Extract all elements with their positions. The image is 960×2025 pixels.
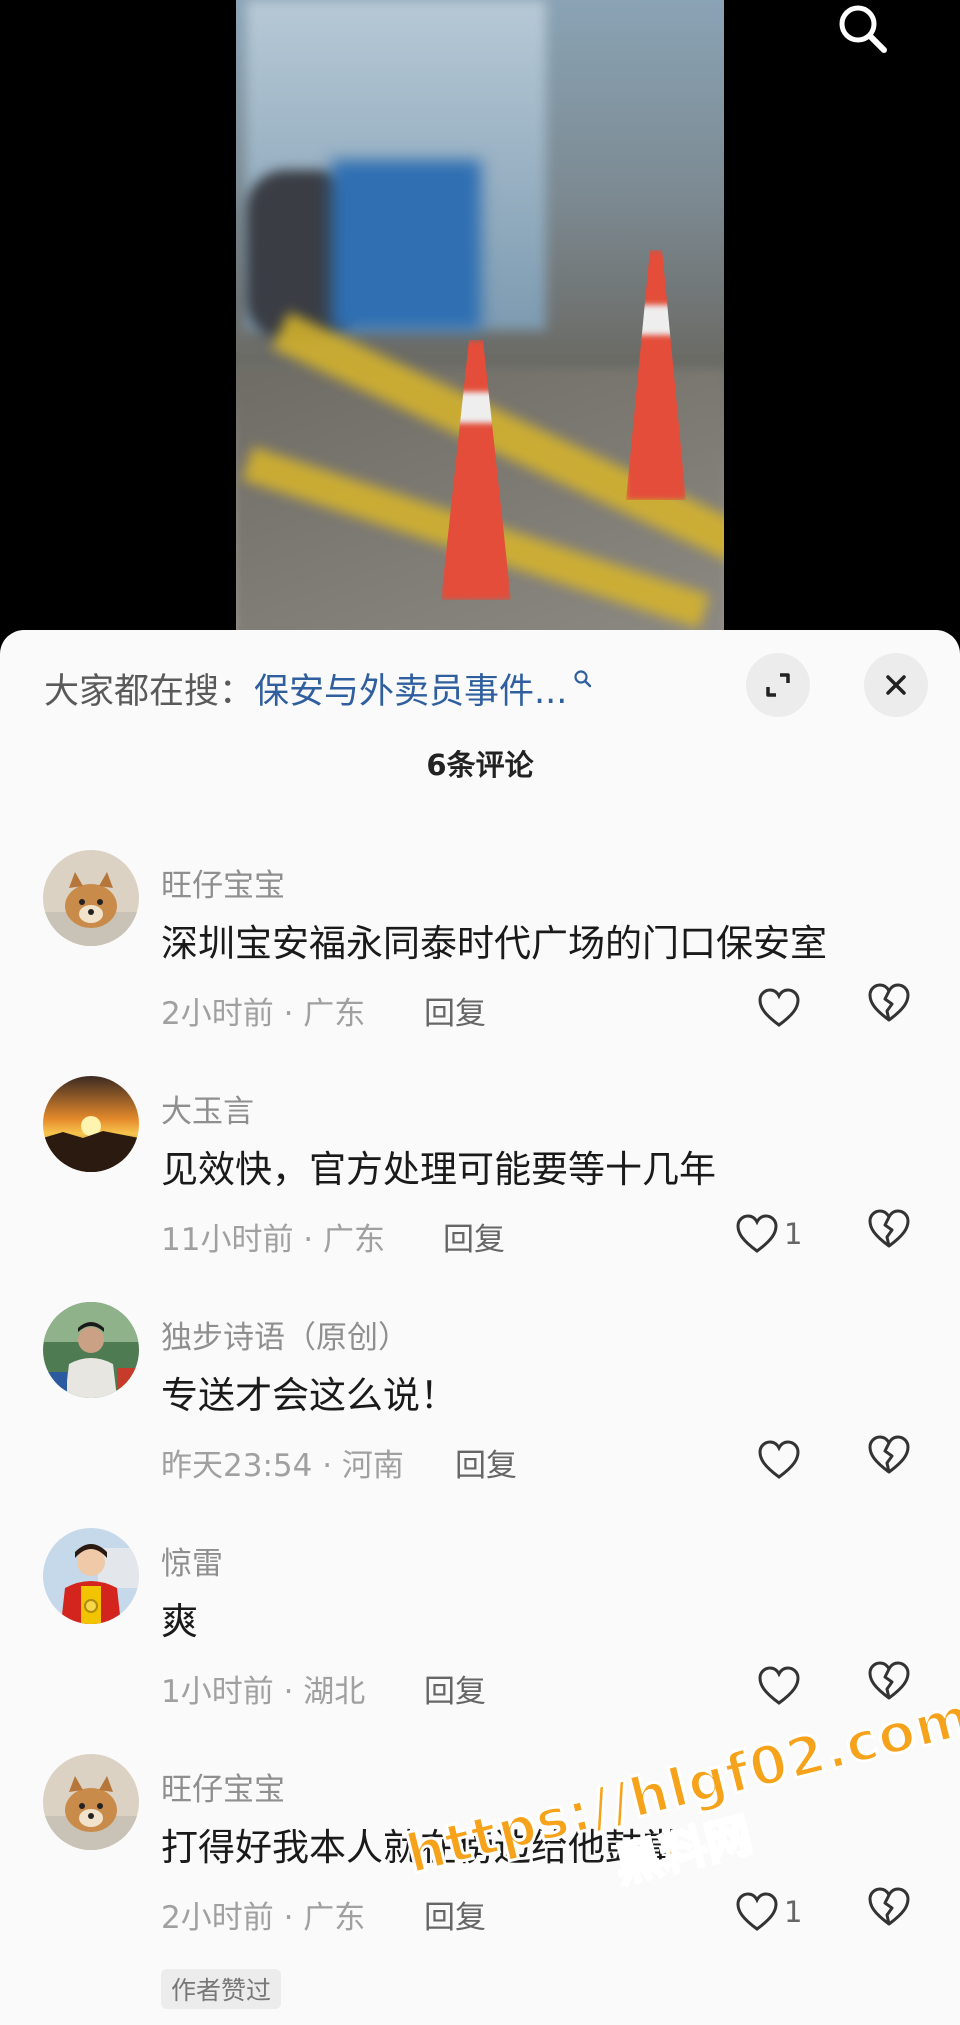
- like-button[interactable]: 1: [734, 1882, 802, 1942]
- heart-icon: [736, 1214, 778, 1253]
- reply-button[interactable]: 回复: [424, 1892, 486, 1937]
- comment-text: 打得好我本人就在傍边给他鼓掌: [161, 1826, 679, 1869]
- video-frame: [236, 0, 724, 650]
- reply-button[interactable]: 回复: [455, 1440, 517, 1485]
- reply-button[interactable]: 回复: [443, 1214, 505, 1259]
- video-player[interactable]: [0, 0, 960, 650]
- dislike-button[interactable]: [866, 1658, 912, 1704]
- like-count: 1: [784, 1895, 803, 1929]
- close-button[interactable]: [864, 653, 928, 717]
- broken-heart-icon: [868, 1209, 910, 1248]
- comment-item: 惊雷 爽 1小时前 · 湖北 回复: [0, 1528, 960, 1748]
- close-icon: [886, 675, 906, 695]
- dislike-button[interactable]: [866, 1206, 912, 1252]
- comment-meta: 2小时前 · 广东: [161, 1900, 366, 1936]
- comment-item: 大玉言 见效快，官方处理可能要等十几年 11小时前 · 广东 回复 1: [0, 1076, 960, 1296]
- username[interactable]: 旺仔宝宝: [161, 1764, 285, 1809]
- avatar[interactable]: [43, 1302, 139, 1398]
- heart-icon: [758, 1666, 800, 1705]
- broken-heart-icon: [868, 1435, 910, 1474]
- avatar[interactable]: [43, 1076, 139, 1172]
- expand-icon: [766, 673, 790, 697]
- comment-item: 旺仔宝宝 打得好我本人就在傍边给他鼓掌 2小时前 · 广东 回复 1 作者赞过: [0, 1754, 960, 2024]
- comment-meta: 1小时前 · 湖北: [161, 1674, 366, 1710]
- comment-count: 6条评论: [426, 748, 534, 782]
- hot-search-link[interactable]: 保安与外卖员事件...: [254, 663, 567, 714]
- broken-heart-icon: [868, 983, 910, 1022]
- heart-icon: [736, 1892, 778, 1931]
- like-count: 1: [784, 1217, 803, 1251]
- like-button[interactable]: [756, 1656, 806, 1716]
- broken-heart-icon: [868, 1887, 910, 1926]
- comment-meta: 2小时前 · 广东: [161, 996, 366, 1032]
- comment-meta: 11小时前 · 广东: [161, 1222, 386, 1258]
- reply-button[interactable]: 回复: [424, 1666, 486, 1711]
- comment-text: 见效快，官方处理可能要等十几年: [161, 1148, 716, 1191]
- like-button[interactable]: 1: [734, 1204, 802, 1264]
- heart-icon: [758, 988, 800, 1027]
- username[interactable]: 独步诗语（原创）: [161, 1312, 409, 1357]
- dislike-button[interactable]: [866, 980, 912, 1026]
- avatar[interactable]: [43, 850, 139, 946]
- expand-button[interactable]: [746, 653, 810, 717]
- comment-meta: 昨天23:54 · 河南: [161, 1448, 404, 1484]
- small-search-icon: [574, 670, 592, 688]
- hot-search-label: 大家都在搜：: [44, 671, 255, 712]
- comment-item: 独步诗语（原创） 专送才会这么说！ 昨天23:54 · 河南 回复: [0, 1302, 960, 1522]
- avatar[interactable]: [43, 1528, 139, 1624]
- dislike-button[interactable]: [866, 1884, 912, 1930]
- broken-heart-icon: [868, 1661, 910, 1700]
- username[interactable]: 大玉言: [161, 1086, 254, 1131]
- comment-item: 旺仔宝宝 深圳宝安福永同泰时代广场的门口保安室 2小时前 · 广东 回复: [0, 850, 960, 1070]
- comments-panel: 大家都在搜： 保安与外卖员事件... 6条评论 旺仔宝宝 深圳宝安福永同泰时代广…: [0, 630, 960, 2025]
- hot-search-row: 大家都在搜： 保安与外卖员事件...: [44, 658, 593, 718]
- comment-text: 爽: [161, 1600, 198, 1643]
- like-button[interactable]: [756, 978, 806, 1038]
- heart-icon: [758, 1440, 800, 1479]
- comment-text: 深圳宝安福永同泰时代广场的门口保安室: [161, 922, 827, 965]
- comment-text: 专送才会这么说！: [161, 1374, 457, 1417]
- reply-button[interactable]: 回复: [424, 988, 486, 1033]
- author-liked-badge: 作者赞过: [161, 1969, 282, 2009]
- avatar[interactable]: [43, 1754, 139, 1850]
- username[interactable]: 惊雷: [161, 1538, 223, 1583]
- search-icon: [839, 5, 887, 53]
- dislike-button[interactable]: [866, 1432, 912, 1478]
- search-button[interactable]: [832, 0, 896, 60]
- username[interactable]: 旺仔宝宝: [161, 860, 285, 905]
- like-button[interactable]: [756, 1430, 806, 1490]
